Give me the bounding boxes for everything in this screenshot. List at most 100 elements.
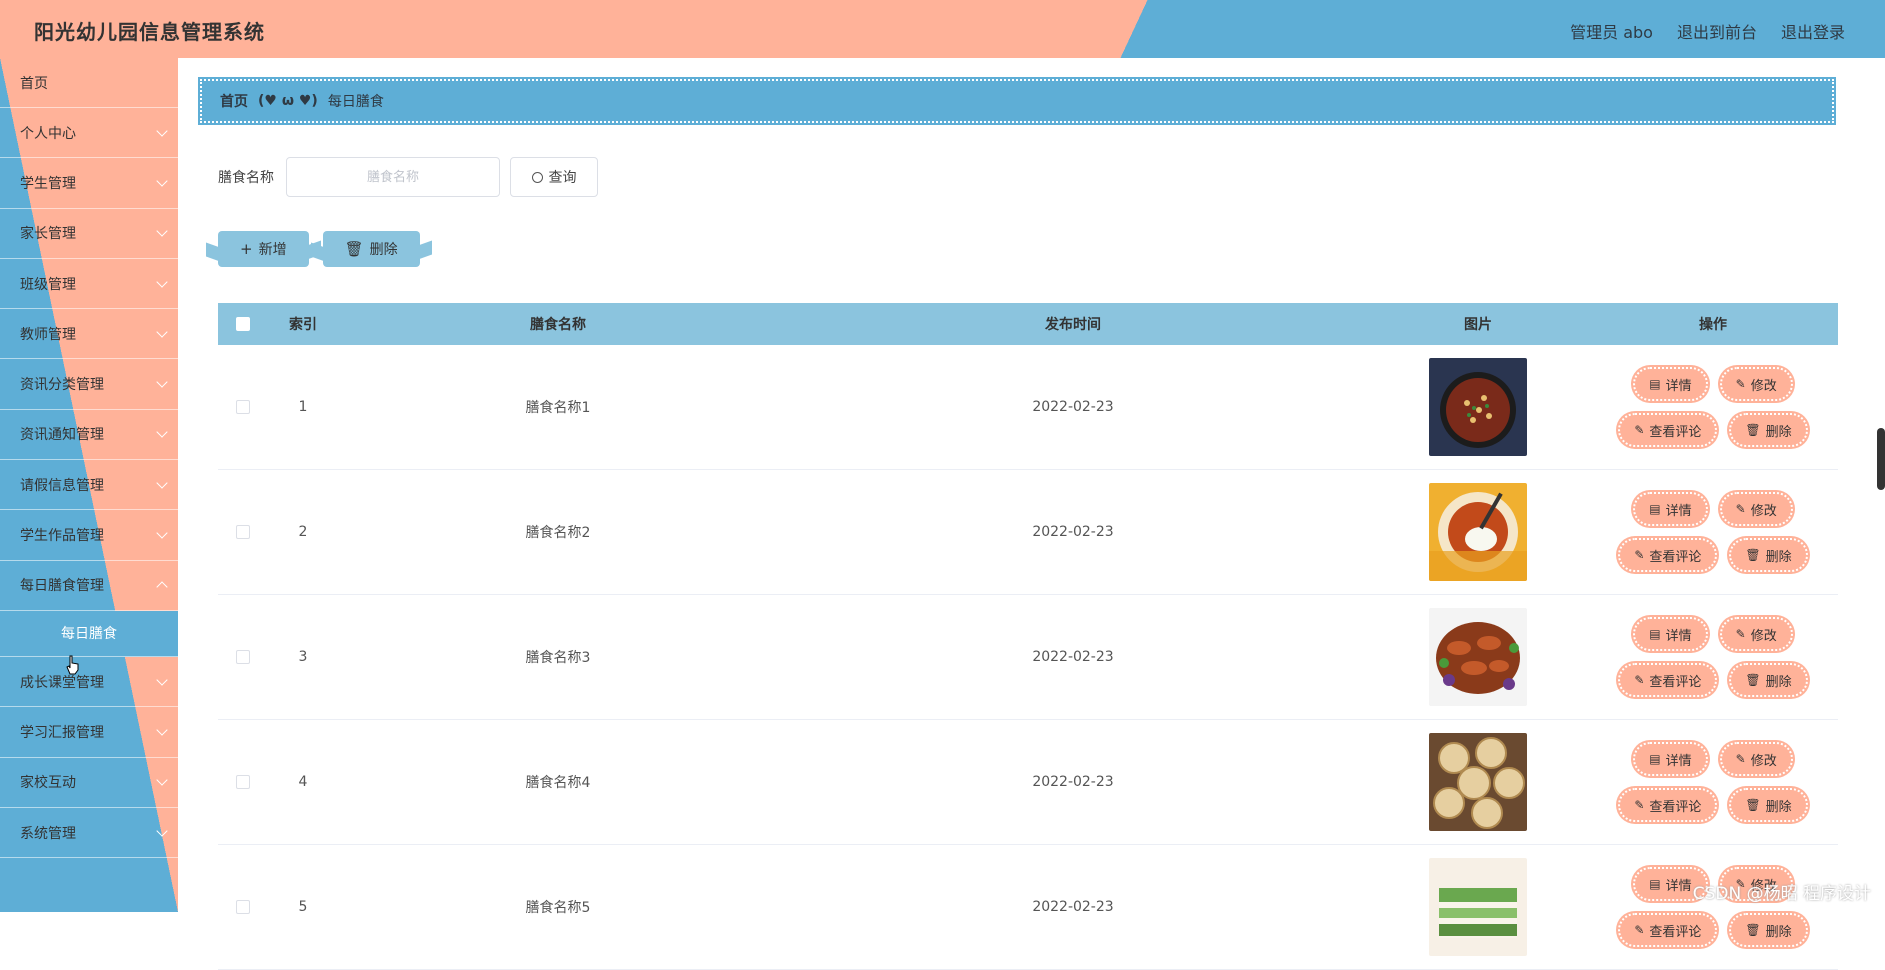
edit-button[interactable]: ✎ 修改 [1719,367,1793,401]
meals-table: 索引 膳食名称 发布时间 图片 操作 1 膳食名称1 2022-02-23 ▤ 详… [218,303,1838,970]
breadcrumb: 首页 (♥ ω ♥) 每日膳食 [198,77,1836,125]
table-row: 5 膳食名称5 2022-02-23 ▤ 详情 ✎ 修改 ✎ 查看评论 🗑 删除 [218,845,1838,970]
action-bar: + 新增 🗑 删除 [218,231,420,267]
sidebar-item-news-category[interactable]: 资讯分类管理 [0,359,178,410]
row-checkbox[interactable] [236,775,250,789]
row-checkbox[interactable] [236,400,250,414]
add-button[interactable]: + 新增 [218,231,309,267]
meal-image[interactable] [1429,608,1527,706]
search-bar: 膳食名称 查询 [218,157,598,197]
sidebar-item-home[interactable]: 首页 [0,58,178,108]
sidebar-item-news-notice[interactable]: 资讯通知管理 [0,410,178,461]
document-icon: ▤ [1649,752,1661,766]
table-row: 4 膳食名称4 2022-02-23 ▤ 详情 ✎ 修改 ✎ 查看评论 🗑 删除 [218,720,1838,845]
sidebar-item-classes[interactable]: 班级管理 [0,259,178,310]
chevron-down-icon [156,124,168,137]
trash-icon: 🗑 [1745,423,1761,437]
row-publish-time: 2022-02-23 [1032,774,1114,790]
pencil-icon: ✎ [1634,548,1645,562]
view-comments-button[interactable]: ✎ 查看评论 [1618,663,1718,697]
delete-button[interactable]: 🗑 删除 [1729,538,1808,572]
detail-button[interactable]: ▤ 详情 [1633,742,1708,776]
row-operations: ▤ 详情 ✎ 修改 ✎ 查看评论 🗑 删除 [1588,617,1838,697]
column-header-ops: 操作 [1699,317,1727,333]
row-index: 5 [298,899,308,915]
delete-button[interactable]: 🗑 删除 [1729,913,1808,947]
detail-button[interactable]: ▤ 详情 [1633,492,1708,526]
trash-icon: 🗑 [344,240,364,258]
view-comments-button[interactable]: ✎ 查看评论 [1618,538,1718,572]
chevron-down-icon [156,824,168,837]
view-comments-button[interactable]: ✎ 查看评论 [1618,788,1718,822]
row-operations: ▤ 详情 ✎ 修改 ✎ 查看评论 🗑 删除 [1588,492,1838,572]
plus-icon: + [240,240,253,258]
delete-button[interactable]: 🗑 删除 [1729,413,1808,447]
trash-icon: 🗑 [1745,673,1761,687]
detail-button[interactable]: ▤ 详情 [1633,617,1708,651]
sidebar-subitem-daily-meals[interactable]: 每日膳食 [0,610,178,657]
pencil-icon: ✎ [1735,502,1746,516]
view-comments-button[interactable]: ✎ 查看评论 [1618,413,1718,447]
meal-image[interactable] [1429,733,1527,831]
sidebar-item-profile[interactable]: 个人中心 [0,108,178,159]
delete-button[interactable]: 🗑 删除 [1729,788,1808,822]
sidebar-item-home-school[interactable]: 家校互动 [0,758,178,808]
pencil-icon: ✎ [1735,752,1746,766]
chevron-down-icon [156,477,168,489]
row-meal-name: 膳食名称1 [525,400,591,416]
select-all-checkbox[interactable] [236,317,250,331]
sidebar-item-parents[interactable]: 家长管理 [0,209,178,259]
trash-icon: 🗑 [1745,798,1761,812]
breadcrumb-home[interactable]: 首页 [220,91,248,111]
scrollbar[interactable] [1877,428,1885,490]
row-meal-name: 膳食名称5 [525,900,591,916]
detail-button[interactable]: ▤ 详情 [1633,367,1708,401]
chevron-down-icon [156,724,168,736]
search-input[interactable] [286,157,500,197]
meal-image[interactable] [1429,858,1527,956]
watermark: CSDN @杨昭 程序设计 [1692,884,1871,904]
edit-button[interactable]: ✎ 修改 [1719,617,1793,651]
row-meal-name: 膳食名称4 [525,775,591,791]
sidebar-item-study-report[interactable]: 学习汇报管理 [0,707,178,758]
sidebar: 首页 个人中心 学生管理 家长管理 班级管理 教师管理 资讯分类管理 资讯通知管… [0,58,178,912]
chevron-down-icon [156,376,168,388]
sidebar-item-growth-class[interactable]: 成长课堂管理 [0,657,178,708]
sidebar-item-daily-meals[interactable]: 每日膳食管理 [0,561,178,611]
table-row: 2 膳食名称2 2022-02-23 ▤ 详情 ✎ 修改 ✎ 查看评论 🗑 删除 [218,470,1838,595]
main-content: 首页 (♥ ω ♥) 每日膳食 膳食名称 查询 + 新增 🗑 删除 索引 膳食名… [178,58,1885,970]
chevron-down-icon [156,774,168,786]
meal-image[interactable] [1429,358,1527,456]
breadcrumb-current: 每日膳食 [327,94,384,110]
delete-button[interactable]: 🗑 删除 [1729,663,1808,697]
pencil-icon: ✎ [1634,923,1645,937]
row-meal-name: 膳食名称2 [525,525,591,541]
row-operations: ▤ 详情 ✎ 修改 ✎ 查看评论 🗑 删除 [1588,367,1838,447]
row-publish-time: 2022-02-23 [1032,899,1114,915]
sidebar-item-works[interactable]: 学生作品管理 [0,510,178,561]
edit-button[interactable]: ✎ 修改 [1719,492,1793,526]
batch-delete-button[interactable]: 🗑 删除 [322,231,420,267]
chevron-up-icon [156,581,168,593]
top-header: 阳光幼儿园信息管理系统 管理员 abo 退出到前台 退出登录 [0,0,1885,58]
breadcrumb-separator: (♥ ω ♥) [258,93,318,109]
row-checkbox[interactable] [236,650,250,664]
chevron-down-icon [156,175,168,187]
chevron-down-icon [156,426,168,439]
query-button[interactable]: 查询 [510,157,598,197]
row-checkbox[interactable] [236,525,250,539]
pencil-icon: ✎ [1634,423,1645,437]
sidebar-item-students[interactable]: 学生管理 [0,158,178,209]
admin-user-link[interactable]: 管理员 abo [1570,19,1653,43]
meal-image[interactable] [1429,483,1527,581]
logout-link[interactable]: 退出登录 [1781,19,1845,43]
row-index: 1 [298,399,308,415]
view-comments-button[interactable]: ✎ 查看评论 [1618,913,1718,947]
sidebar-item-system[interactable]: 系统管理 [0,808,178,859]
exit-to-front-link[interactable]: 退出到前台 [1677,19,1757,43]
sidebar-item-teachers[interactable]: 教师管理 [0,309,178,360]
chevron-down-icon [156,225,168,237]
sidebar-item-leave[interactable]: 请假信息管理 [0,460,178,511]
row-operations: ▤ 详情 ✎ 修改 ✎ 查看评论 🗑 删除 [1588,742,1838,822]
edit-button[interactable]: ✎ 修改 [1719,742,1793,776]
